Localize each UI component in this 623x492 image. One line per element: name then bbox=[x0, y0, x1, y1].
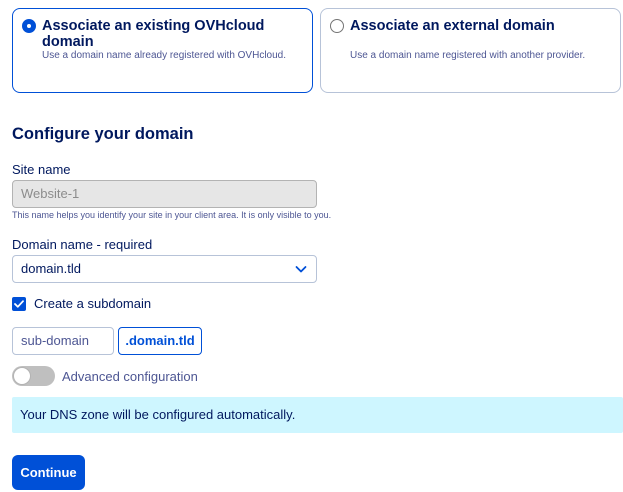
site-name-input: Website-1 bbox=[12, 180, 317, 208]
domain-name-label: Domain name - required bbox=[12, 237, 153, 252]
domain-name-select[interactable]: domain.tld bbox=[12, 255, 317, 283]
subdomain-input[interactable]: sub-domain bbox=[12, 327, 114, 355]
site-name-label: Site name bbox=[12, 162, 71, 177]
continue-button[interactable]: Continue bbox=[12, 455, 85, 490]
option-description: Use a domain name registered with anothe… bbox=[350, 50, 586, 61]
domain-suffix-badge: .domain.tld bbox=[118, 327, 202, 355]
toggle-knob bbox=[13, 367, 31, 385]
advanced-config-toggle[interactable] bbox=[12, 366, 55, 386]
option-description: Use a domain name already registered wit… bbox=[42, 50, 287, 61]
radio-unselected-icon[interactable] bbox=[330, 19, 344, 33]
option-title: Associate an existing OVHcloud domain bbox=[42, 18, 265, 50]
section-title: Configure your domain bbox=[12, 125, 194, 143]
radio-selected-icon[interactable] bbox=[22, 19, 36, 33]
subdomain-checkbox-label[interactable]: Create a subdomain bbox=[34, 296, 151, 311]
option-card-existing-domain[interactable]: Associate an existing OVHcloud domain Us… bbox=[12, 8, 313, 93]
chevron-down-icon bbox=[295, 266, 307, 273]
dns-info-banner: Your DNS zone will be configured automat… bbox=[12, 397, 623, 433]
advanced-config-label: Advanced configuration bbox=[62, 369, 198, 384]
site-name-helper: This name helps you identify your site i… bbox=[12, 210, 332, 220]
domain-config-page: Associate an existing OVHcloud domain Us… bbox=[0, 0, 623, 492]
checkmark-icon bbox=[14, 300, 24, 308]
domain-name-value: domain.tld bbox=[21, 261, 81, 276]
subdomain-checkbox[interactable] bbox=[12, 297, 26, 311]
option-title: Associate an external domain bbox=[350, 18, 555, 34]
option-card-external-domain[interactable]: Associate an external domain Use a domai… bbox=[320, 8, 621, 93]
